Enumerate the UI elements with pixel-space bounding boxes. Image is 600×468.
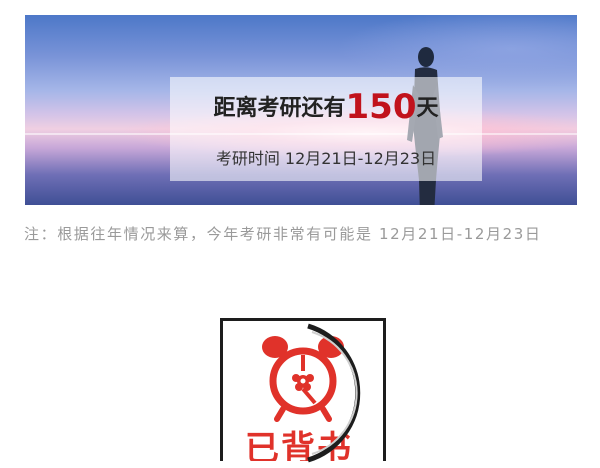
countdown-overlay: 距离考研还有150天 考研时间 12月21日-12月23日 (170, 77, 482, 181)
note-text: 注：根据往年情况来算，今年考研非常有可能是 12月21日-12月23日 (24, 225, 542, 243)
countdown-banner: 距离考研还有150天 考研时间 12月21日-12月23日 (25, 15, 577, 205)
days-remaining: 150 (345, 87, 417, 127)
exam-dates: 考研时间 12月21日-12月23日 (215, 149, 437, 168)
headline-suffix: 天 (416, 96, 439, 121)
headline-prefix: 距离考研还有 (213, 96, 346, 121)
countdown-headline: 距离考研还有150天 (170, 89, 482, 127)
magnifier-lens (307, 323, 361, 463)
